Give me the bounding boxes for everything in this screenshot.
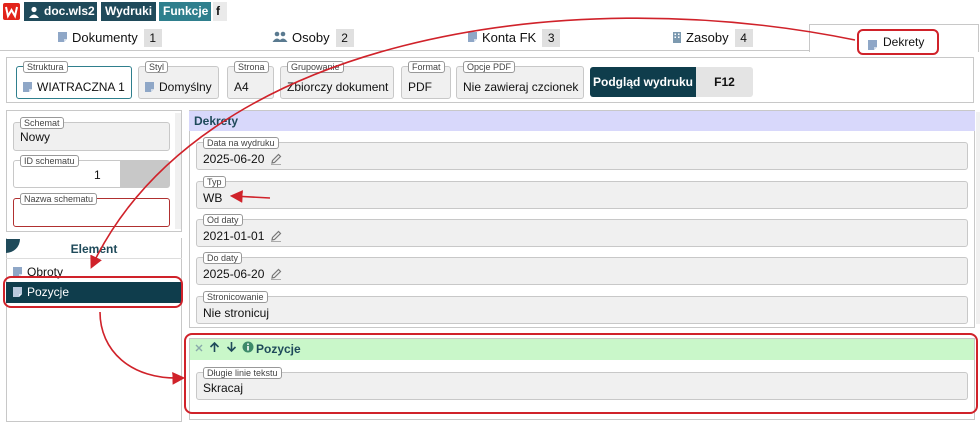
doc-label: doc.wls2 [44,4,95,18]
data-na-wydruku-field[interactable]: Data na wydruku 2025-06-20 [196,137,968,170]
id-schematu-field[interactable]: ID schematu 1 [13,155,170,188]
stronicowanie-value: Nie stronicuj [203,306,270,320]
doc-button[interactable]: doc.wls2 [24,2,97,21]
edit-icon[interactable] [270,230,282,245]
document-icon [867,36,878,58]
typ-value: WB [203,191,223,205]
grupowanie-label: Grupowanie [287,61,344,73]
tab-zasoby-label: Zasoby [686,30,729,45]
nazwa-schematu-field[interactable]: Nazwa schematu [13,193,170,227]
tab-osoby[interactable]: Osoby 2 [272,27,354,49]
f-button[interactable]: f [213,2,227,21]
tab-dokumenty-number: 1 [143,29,162,47]
element-header: Element [6,239,182,259]
data-na-wydruku-value: 2025-06-20 [203,152,265,166]
od-daty-field[interactable]: Od daty 2021-01-01 [196,214,968,247]
dekrety-panel-title: Dekrety [189,111,975,131]
document-icon [467,28,478,50]
do-daty-field[interactable]: Do daty 2025-06-20 [196,252,968,285]
funkcje-button[interactable]: Funkcje [159,2,211,21]
format-label: Format [408,61,445,73]
strona-value: A4 [234,80,249,94]
nazwa-schematu-label: Nazwa schematu [20,193,98,205]
tab-zasoby[interactable]: Zasoby 4 [672,27,753,49]
tab-dekrety-label: Dekrety [883,35,925,49]
building-icon [672,28,682,50]
edit-icon[interactable] [270,153,282,168]
tab-zasoby-number: 4 [734,29,753,47]
schema-panel-scrollbar[interactable] [175,113,181,229]
edit-icon[interactable] [270,268,282,283]
print-preview-button[interactable]: Podgląd wydruku [590,67,696,97]
typ-field[interactable]: Typ WB [196,176,968,209]
schemat-field[interactable]: Schemat Nowy [13,117,170,151]
tab-dekrety[interactable]: Dekrety [857,29,939,55]
styl-field[interactable]: Styl Domyślny [138,61,219,99]
format-field[interactable]: Format PDF [401,61,451,99]
struktura-label: Struktura [23,61,68,73]
app-logo [3,3,20,20]
typ-label: Typ [203,176,226,188]
tab-dokumenty[interactable]: Dokumenty 1 [57,27,162,49]
grupowanie-value: Zbiorczy dokument [287,80,389,94]
format-value: PDF [408,80,432,94]
struktura-value: WIATRACZNA 1 [37,80,125,94]
print-preview-shortcut[interactable]: F12 [696,67,753,97]
people-icon [272,28,288,50]
document-icon [22,81,33,96]
grupowanie-field[interactable]: Grupowanie Zbiorczy dokument [280,61,394,99]
od-daty-label: Od daty [203,214,243,226]
schemat-label: Schemat [20,117,64,129]
data-na-wydruku-label: Data na wydruku [203,137,279,149]
opcje-pdf-field[interactable]: Opcje PDF Nie zawieraj czcionek [456,61,584,99]
wydruki-button[interactable]: Wydruki [101,2,156,21]
od-daty-value: 2021-01-01 [203,229,265,243]
do-daty-label: Do daty [203,252,243,264]
annotation-highlight-pozycje-panel [184,333,978,414]
id-schematu-value: 1 [94,168,101,182]
id-schematu-stepper[interactable] [120,161,169,187]
annotation-highlight-pozycje [3,276,183,308]
styl-label: Styl [145,61,169,73]
opcje-pdf-value: Nie zawieraj czcionek [463,80,579,94]
do-daty-value: 2025-06-20 [203,267,265,281]
id-schematu-label: ID schematu [20,155,79,167]
document-icon [144,81,155,96]
tab-dokumenty-label: Dokumenty [72,30,138,45]
tab-konta-fk-number: 3 [542,29,561,47]
opcje-pdf-label: Opcje PDF [463,61,516,73]
struktura-field[interactable]: Struktura WIATRACZNA 1 [16,61,132,99]
dekrety-panel-scrollbar[interactable] [976,112,980,324]
document-icon [57,28,68,50]
tab-konta-fk-label: Konta FK [482,30,537,45]
stronicowanie-field[interactable]: Stronicowanie Nie stronicuj [196,291,968,324]
user-icon [28,5,40,24]
tab-osoby-label: Osoby [292,30,330,45]
stronicowanie-label: Stronicowanie [203,291,268,303]
styl-value: Domyślny [159,80,212,94]
schemat-value: Nowy [20,130,51,144]
tab-konta-fk[interactable]: Konta FK 3 [467,27,561,50]
tab-osoby-number: 2 [335,29,354,47]
strona-label: Strona [234,61,269,73]
strona-field[interactable]: Strona A4 [227,61,274,99]
